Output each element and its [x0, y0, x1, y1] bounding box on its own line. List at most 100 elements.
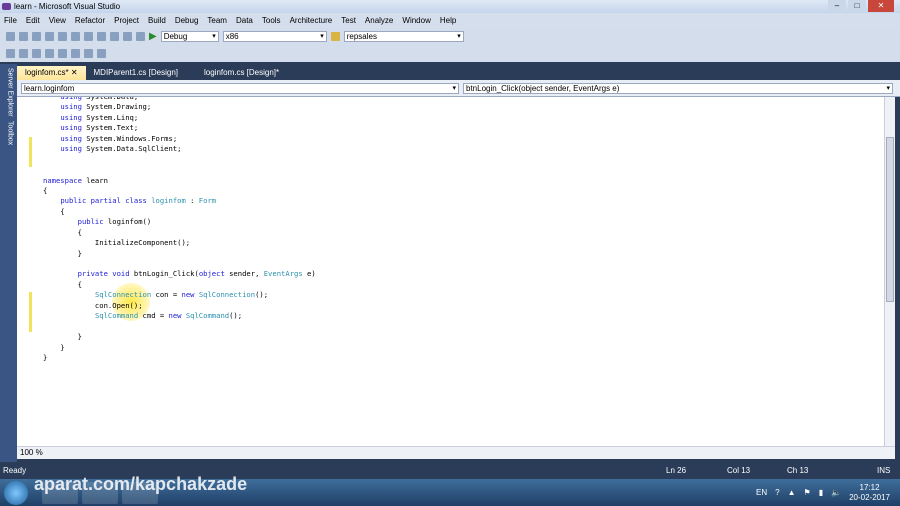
type-dropdown[interactable]: learn.loginfom [21, 82, 459, 94]
cut-icon[interactable] [71, 31, 80, 41]
code-token: new [181, 290, 195, 300]
minimize-button[interactable]: – [828, 0, 846, 12]
text-editor-toolbar [0, 44, 900, 62]
copy-icon[interactable] [84, 31, 93, 41]
platform-select[interactable]: x86 [222, 30, 327, 42]
start-button[interactable] [4, 481, 28, 505]
menu-edit[interactable]: Edit [26, 16, 40, 25]
language-indicator[interactable]: EN [756, 488, 767, 497]
undo-icon[interactable] [110, 31, 119, 41]
code-token: using [60, 123, 82, 133]
toolbar-icon[interactable] [45, 48, 54, 58]
menu-tools[interactable]: Tools [262, 16, 281, 25]
clock[interactable]: 17:12 20-02-2017 [849, 483, 890, 503]
help-icon[interactable]: ? [775, 488, 779, 497]
system-tray: EN ? ▲ ⚑ ▮ 🔈 17:12 20-02-2017 [756, 479, 890, 506]
new-project-icon[interactable] [6, 31, 15, 41]
date: 20-02-2017 [849, 492, 890, 502]
menu-help[interactable]: Help [440, 16, 456, 25]
toolbar-icon[interactable] [19, 48, 28, 58]
toolbar-icon[interactable] [6, 48, 15, 58]
code-token: : [185, 196, 199, 206]
paste-icon[interactable] [97, 31, 106, 41]
outdent-icon[interactable] [71, 48, 80, 58]
add-item-icon[interactable] [19, 31, 28, 41]
code-token: } [43, 248, 82, 258]
open-icon[interactable] [32, 31, 41, 41]
navigate-icon[interactable] [136, 31, 145, 41]
menu-test[interactable]: Test [341, 16, 356, 25]
find-select[interactable]: repsales [343, 30, 464, 42]
vertical-scrollbar[interactable] [884, 97, 895, 446]
save-all-icon[interactable] [58, 31, 67, 41]
code-line: InitializeComponent(); [43, 238, 316, 248]
menu-refactor[interactable]: Refactor [75, 16, 105, 25]
tab-mdiparent-design[interactable]: MDIParent1.cs [Design] [86, 66, 186, 80]
show-hidden-icons[interactable]: ▲ [788, 488, 796, 497]
code-line: using System.Linq; [43, 113, 316, 123]
code-token: using [60, 102, 82, 112]
uncomment-icon[interactable] [97, 48, 106, 58]
menu-analyze[interactable]: Analyze [365, 16, 393, 25]
toolbox-tab[interactable]: Toolbox [4, 121, 14, 145]
code-token: System.Data; [82, 97, 138, 101]
indent-icon[interactable] [58, 48, 67, 58]
vs-logo-icon [2, 3, 11, 10]
menu-team[interactable]: Team [207, 16, 227, 25]
code-token: System.Linq; [81, 112, 139, 122]
config-select[interactable]: Debug [160, 30, 219, 42]
menu-data[interactable]: Data [236, 16, 253, 25]
code-line: } [43, 249, 316, 259]
code-line: { [43, 280, 316, 290]
menu-architecture[interactable]: Architecture [290, 16, 333, 25]
save-icon[interactable] [45, 31, 54, 41]
flag-icon[interactable]: ⚑ [804, 488, 811, 497]
close-tab-icon[interactable]: ✕ [71, 68, 78, 77]
menu-project[interactable]: Project [114, 16, 139, 25]
scroll-thumb[interactable] [886, 137, 894, 302]
watermark: aparat.com/kapchakzade [34, 474, 248, 494]
code-line: } [43, 353, 316, 363]
window-title: learn - Microsoft Visual Studio [14, 2, 121, 11]
member-dropdown[interactable]: btnLogin_Click(object sender, EventArgs … [463, 82, 893, 94]
code-token: namespace [43, 175, 82, 185]
start-debug-icon[interactable]: ▶ [149, 31, 157, 42]
redo-icon[interactable] [123, 31, 132, 41]
char-number: Ch 13 [787, 466, 809, 475]
menu-window[interactable]: Window [402, 16, 430, 25]
server-explorer-tab[interactable]: Server Explorer [4, 68, 14, 117]
comment-icon[interactable] [84, 48, 93, 58]
menu-file[interactable]: File [4, 16, 17, 25]
code-token: { [43, 206, 65, 216]
code-token: btnLogin_Click( [129, 269, 199, 279]
network-icon[interactable]: ▮ [819, 488, 823, 497]
zoom-level[interactable]: 100 % [20, 448, 43, 457]
volume-icon[interactable]: 🔈 [831, 488, 841, 497]
title-bar: learn - Microsoft Visual Studio – □ ✕ [0, 0, 900, 13]
code-token: object [198, 269, 225, 279]
close-button[interactable]: ✕ [868, 0, 894, 12]
toolbar-icon[interactable] [32, 48, 41, 58]
menu-view[interactable]: View [49, 16, 66, 25]
maximize-button[interactable]: □ [848, 0, 866, 12]
menu-debug[interactable]: Debug [175, 16, 199, 25]
menu-build[interactable]: Build [148, 16, 166, 25]
tab-loginfom-design[interactable]: loginfom.cs [Design]* [196, 66, 287, 80]
code-token: EventArgs [263, 269, 303, 279]
code-token: { [43, 227, 82, 237]
code-text[interactable]: using System.Data; using System.Drawing;… [43, 97, 316, 363]
code-token: cmd = [138, 311, 169, 321]
code-line: { [43, 228, 316, 238]
code-line: namespace learn [43, 176, 316, 186]
tab-loginfom-cs[interactable]: loginfom.cs* ✕ [17, 66, 86, 80]
code-token: using [60, 144, 82, 154]
code-editor[interactable]: using System.Data; using System.Drawing;… [17, 97, 884, 446]
